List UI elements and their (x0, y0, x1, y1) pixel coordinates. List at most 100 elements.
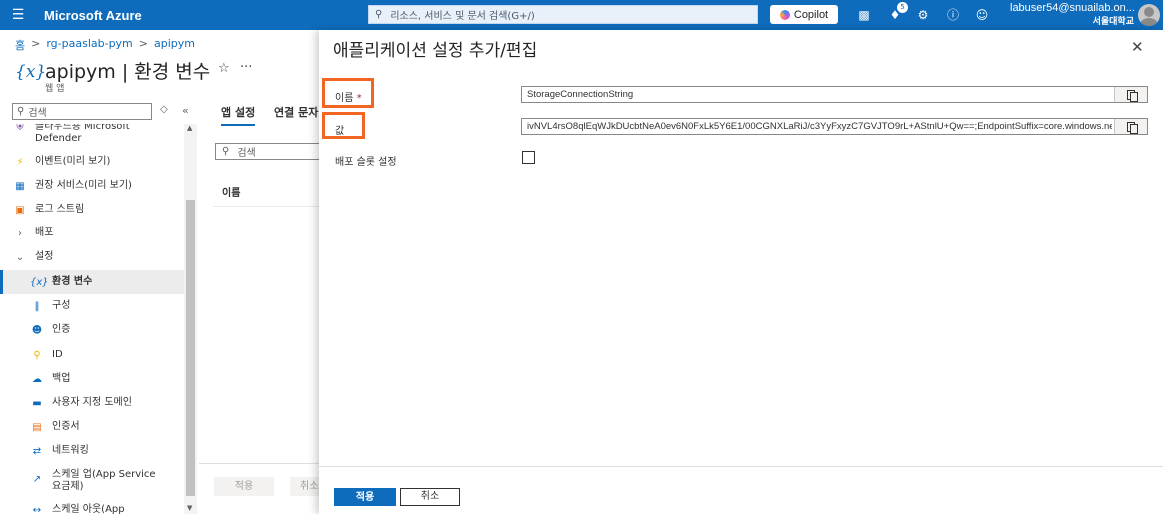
global-search-placeholder: 리소스, 서비스 및 문서 검색(G+/) (390, 11, 535, 22)
person-key-icon: ☻ (31, 325, 43, 336)
sidebar-item-identity[interactable]: ⚲ ID (0, 349, 184, 363)
sidebar-item-label: 이벤트(미리 보기) (35, 156, 111, 167)
sidebar-item-recommended-services[interactable]: ▦ 권장 서비스(미리 보기) (0, 180, 184, 194)
sidebar-item-label: 인증서 (52, 421, 80, 432)
breadcrumb-separator: > (31, 37, 41, 50)
sidebar-item-backup[interactable]: ☁ 백업 (0, 373, 184, 387)
name-field-label: 이름 * (335, 89, 362, 104)
settings-search-input[interactable]: ⚲ 검색 (215, 143, 325, 160)
close-icon[interactable]: ✕ (1131, 38, 1144, 56)
account-info[interactable]: labuser54@snuailab.on... 서울대학교 (1010, 2, 1135, 28)
more-icon[interactable]: ··· (240, 60, 252, 75)
sidebar-item-label: 사용자 지정 도메인 (52, 397, 132, 408)
star-icon[interactable]: ☆ (218, 61, 230, 76)
panel-title: 애플리케이션 설정 추가/편집 (333, 41, 538, 61)
scroll-down-icon[interactable]: ▼ (187, 504, 192, 512)
breadcrumb-resource-group[interactable]: rg-paaslab-pym (46, 37, 132, 53)
lightning-icon: ⚡ (16, 157, 24, 168)
gear-icon[interactable]: ⚙ (914, 6, 932, 24)
sidebar-item-log-stream[interactable]: ▣ 로그 스트림 (0, 204, 184, 218)
sidebar-item-label: 클라우드용 Microsoft Defender (35, 124, 130, 144)
sidebar-item-networking[interactable]: ⇄ 네트워킹 (0, 445, 184, 459)
tab-app-settings[interactable]: 앱 설정 (221, 104, 256, 126)
sliders-icon: ‖ (34, 301, 40, 312)
chevron-right-icon: › (18, 228, 22, 239)
cloud-icon: ☁ (32, 374, 42, 385)
copy-icon[interactable] (1114, 87, 1147, 102)
help-icon[interactable]: ⓘ (944, 6, 962, 24)
variable-icon: {x} (15, 62, 47, 82)
sidebar-item-scale-out[interactable]: ↔ 스케일 아웃(App (0, 504, 184, 514)
edit-app-setting-panel: 애플리케이션 설정 추가/편집 ✕ 이름 * 값 배포 슬롯 설정 적용 취소 (319, 30, 1163, 514)
copilot-button[interactable]: Copilot (770, 5, 838, 24)
scroll-up-icon[interactable]: ▲ (187, 124, 192, 132)
name-input[interactable] (522, 87, 1112, 102)
sidebar-scrollbar[interactable]: ▲ ▼ (184, 124, 197, 514)
sidebar-item-deploy[interactable]: › 배포 (0, 227, 184, 241)
cancel-button[interactable]: 취소 (400, 488, 460, 506)
key-icon: ⚲ (33, 350, 41, 361)
sidebar-item-authentication[interactable]: ☻ 인증 (0, 324, 184, 338)
sidebar-item-environment-variables[interactable]: {x} 환경 변수 (0, 270, 184, 294)
network-icon: ⇄ (32, 446, 42, 457)
sidebar-menu: ⛨ 클라우드용 Microsoft Defender ⚡ 이벤트(미리 보기) … (0, 124, 184, 514)
grid-icon: ▦ (15, 181, 25, 192)
sidebar-item-certificates[interactable]: ▤ 인증서 (0, 421, 184, 435)
breadcrumb: 홈 > rg-paaslab-pym > apipym (15, 37, 195, 53)
name-field[interactable] (521, 86, 1148, 103)
sidebar-item-label: 스케일 업(App Service 요금제) (52, 469, 156, 492)
page-title: apipym | 환경 변수 (45, 61, 211, 83)
cloud-shell-icon[interactable]: ▩ (855, 6, 873, 24)
panel-footer: 적용 취소 (319, 466, 1163, 514)
tab-connection-strings[interactable]: 연결 문자 (274, 104, 318, 120)
expand-toggle-icon[interactable]: ◇ (160, 104, 168, 115)
brand-title[interactable]: Microsoft Azure (44, 8, 142, 23)
sidebar-item-label: 환경 변수 (52, 276, 93, 287)
breadcrumb-separator: > (138, 37, 148, 50)
copy-icon[interactable] (1114, 119, 1147, 134)
user-name: labuser54@snuailab.on... (1010, 2, 1135, 14)
sidebar-item-events[interactable]: ⚡ 이벤트(미리 보기) (0, 156, 184, 170)
apply-button[interactable]: 적용 (334, 488, 396, 506)
avatar[interactable] (1138, 4, 1160, 26)
sidebar-item-scale-up[interactable]: ↗ 스케일 업(App Service 요금제) (0, 469, 184, 493)
sidebar-item-label: 로그 스트림 (35, 204, 85, 215)
required-mark: * (356, 93, 362, 104)
sidebar-item-defender[interactable]: ⛨ 클라우드용 Microsoft Defender (0, 124, 184, 145)
sidebar-item-configuration[interactable]: ‖ 구성 (0, 300, 184, 314)
sidebar-item-settings[interactable]: ⌄ 설정 (0, 251, 184, 265)
slot-setting-checkbox[interactable] (522, 151, 535, 164)
global-search-input[interactable]: ⚲ 리소스, 서비스 및 문서 검색(G+/) (368, 5, 758, 24)
bell-icon[interactable]: ♦ 5 (886, 2, 908, 24)
copilot-label: Copilot (793, 8, 829, 21)
sidebar-search-placeholder: 검색 (28, 108, 47, 119)
sidebar-item-label: 백업 (52, 373, 71, 384)
breadcrumb-resource[interactable]: apipym (154, 37, 195, 53)
main-apply-button[interactable]: 적용 (214, 477, 274, 496)
sidebar-item-label: 스케일 아웃(App (52, 504, 125, 514)
value-field[interactable] (521, 118, 1148, 135)
certificate-icon: ▤ (32, 422, 42, 433)
resource-type: 웹 앱 (45, 84, 65, 94)
value-field-label: 값 (335, 126, 345, 137)
chevron-down-icon: ⌄ (15, 252, 25, 263)
scrollbar-thumb[interactable] (186, 200, 195, 496)
sidebar-item-label: 배포 (35, 227, 54, 238)
hamburger-icon[interactable]: ☰ (0, 7, 36, 23)
feedback-icon[interactable]: ☺ (973, 6, 991, 24)
sidebar-item-label: 구성 (52, 300, 71, 311)
sidebar-item-label: 네트워킹 (52, 445, 89, 456)
column-header-name[interactable]: 이름 (222, 184, 240, 199)
log-stream-icon: ▣ (15, 205, 25, 216)
breadcrumb-home[interactable]: 홈 (15, 37, 25, 53)
divider (213, 206, 319, 207)
domain-icon: ▬ (32, 398, 42, 409)
variable-icon: {x} (30, 277, 49, 288)
collapse-sidebar-icon[interactable]: « (182, 104, 189, 117)
sidebar-item-custom-domains[interactable]: ▬ 사용자 지정 도메인 (0, 397, 184, 411)
search-icon: ⚲ (17, 106, 25, 117)
value-input[interactable] (522, 119, 1112, 134)
sidebar-search-input[interactable]: ⚲ 검색 (12, 103, 152, 120)
main-cancel-button[interactable]: 취소 (290, 477, 319, 496)
slot-setting-label: 배포 슬롯 설정 (335, 157, 397, 168)
